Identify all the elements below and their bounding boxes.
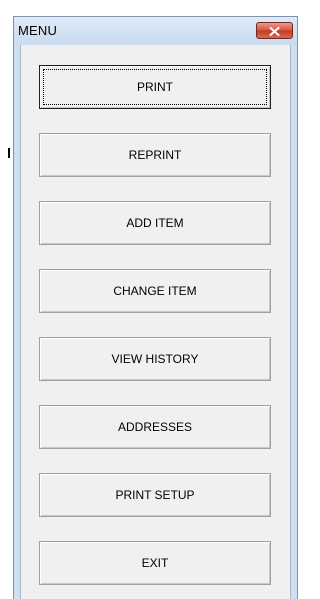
window-title: MENU xyxy=(18,23,58,38)
menu-window: MENU PRINT REPRINT ADD ITEM CHANGE ITEM … xyxy=(13,16,298,599)
add-item-button[interactable]: ADD ITEM xyxy=(39,201,271,245)
close-icon xyxy=(269,21,280,40)
title-bar[interactable]: MENU xyxy=(14,17,297,45)
exit-button[interactable]: EXIT xyxy=(39,541,271,585)
menu-panel: PRINT REPRINT ADD ITEM CHANGE ITEM VIEW … xyxy=(20,45,291,599)
addresses-button[interactable]: ADDRESSES xyxy=(39,405,271,449)
change-item-button[interactable]: CHANGE ITEM xyxy=(39,269,271,313)
reprint-button[interactable]: REPRINT xyxy=(39,133,271,177)
view-history-button[interactable]: VIEW HISTORY xyxy=(39,337,271,381)
print-setup-button[interactable]: PRINT SETUP xyxy=(39,473,271,517)
print-button[interactable]: PRINT xyxy=(39,65,271,109)
close-button[interactable] xyxy=(256,22,293,39)
screen: MENU PRINT REPRINT ADD ITEM CHANGE ITEM … xyxy=(0,0,301,599)
background-mark xyxy=(8,148,10,158)
